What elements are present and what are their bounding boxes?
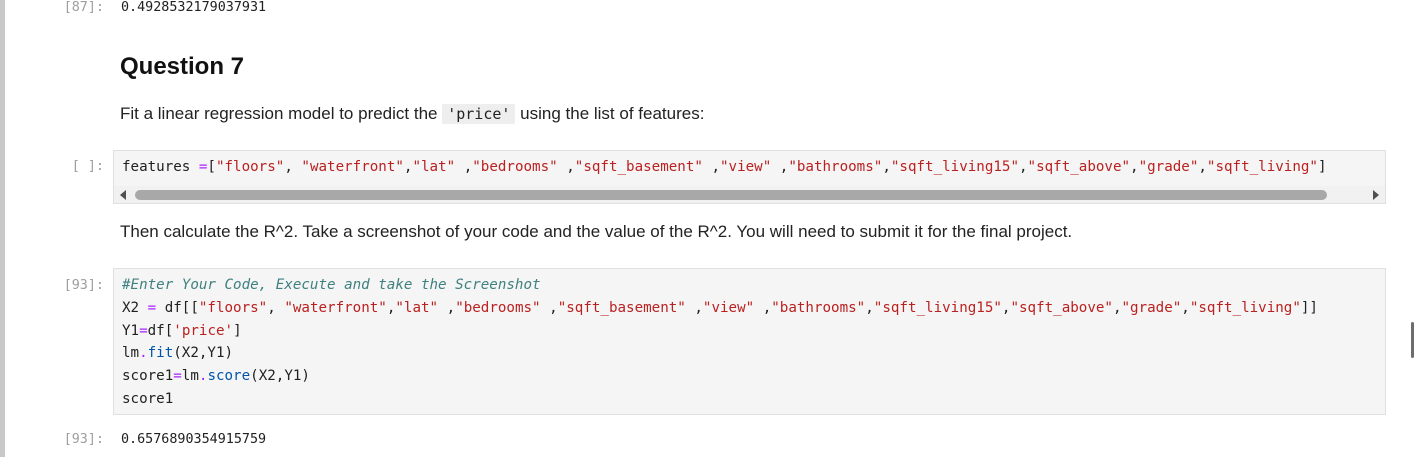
scroll-left-icon[interactable] (120, 190, 126, 200)
question-text-after: using the list of features: (515, 104, 705, 123)
scroll-right-icon[interactable] (1373, 190, 1379, 200)
code-line-fit[interactable]: lm.fit(X2,Y1) (114, 342, 1385, 365)
question-text: Fit a linear regression model to predict… (120, 104, 704, 124)
output-value-87: 0.4928532179037931 (121, 0, 267, 15)
code-cell-features[interactable]: features =["floors", "waterfront","lat" … (113, 150, 1386, 204)
code-line-score[interactable]: score1=lm.score(X2,Y1) (114, 365, 1385, 388)
cell-selection-bar (0, 0, 5, 457)
code-line-features[interactable]: features =["floors", "waterfront","lat" … (114, 151, 1385, 179)
code-comment[interactable]: #Enter Your Code, Execute and take the S… (114, 274, 1385, 297)
question-heading: Question 7 (120, 53, 245, 80)
code-line-x2[interactable]: X2 = df[["floors", "waterfront","lat" ,"… (114, 297, 1385, 320)
question-text-before: Fit a linear regression model to predict… (120, 104, 443, 123)
output-value-93: 0.6576890354915759 (121, 432, 267, 447)
input-prompt-93: [93]: (63, 278, 104, 293)
scrollbar-thumb[interactable] (135, 190, 1327, 200)
inline-code-price: 'price' (442, 104, 516, 124)
instruction-text: Then calculate the R^2. Take a screensho… (120, 222, 1073, 241)
horizontal-scrollbar[interactable] (114, 186, 1385, 203)
input-prompt-features: [ ]: (71, 159, 104, 174)
output-prompt-93: [93]: (63, 432, 104, 447)
output-prompt-87: [87]: (63, 0, 104, 15)
code-line-score1[interactable]: score1 (114, 388, 1385, 411)
code-line-y1[interactable]: Y1=df['price'] (114, 320, 1385, 343)
code-cell-93[interactable]: #Enter Your Code, Execute and take the S… (113, 268, 1386, 415)
